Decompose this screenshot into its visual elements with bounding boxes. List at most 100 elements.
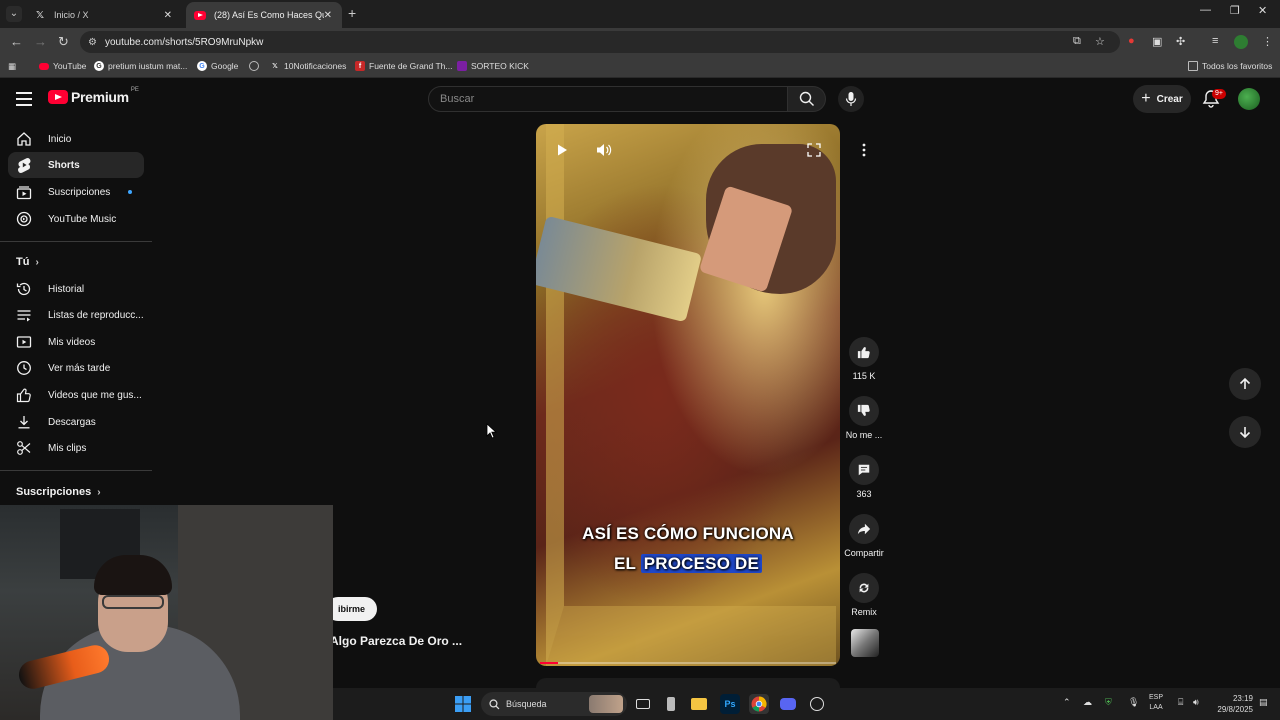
- new-tab-icon[interactable]: +: [348, 5, 356, 21]
- apps-grid-icon[interactable]: ▦: [8, 61, 16, 72]
- previous-short-button[interactable]: [1229, 368, 1261, 400]
- reload-icon[interactable]: ↻: [58, 34, 69, 50]
- screen: ⌄ 𝕏 Inicio / X ✕ (28) Así Es Como Haces …: [0, 0, 1280, 720]
- profile-avatar-icon[interactable]: [1234, 35, 1248, 49]
- close-tab-icon[interactable]: ✕: [164, 10, 172, 21]
- youtube-favicon-icon: [194, 9, 206, 21]
- microphone-tray-icon[interactable]: 🎙︎: [1128, 697, 1139, 708]
- sidebar-item-liked-videos[interactable]: Videos que me gus...: [8, 382, 144, 408]
- cloud-icon[interactable]: ☁: [1083, 697, 1092, 708]
- comments-button[interactable]: 363: [840, 455, 888, 499]
- app-icon[interactable]: [661, 694, 681, 714]
- extension-icon[interactable]: ▣: [1152, 35, 1162, 48]
- remix-button[interactable]: Remix: [840, 573, 888, 617]
- security-icon[interactable]: ⛨: [1105, 697, 1112, 708]
- minimize-icon[interactable]: —: [1200, 4, 1211, 16]
- next-short-preview[interactable]: [536, 678, 840, 688]
- sidebar-item-subscriptions[interactable]: Suscripciones: [8, 179, 144, 205]
- sidebar-item-history[interactable]: Historial: [8, 276, 144, 302]
- chrome-icon[interactable]: [749, 694, 769, 714]
- bookmark-notificaciones[interactable]: 𝕏 10Notificaciones: [270, 61, 346, 71]
- sidebar-item-watch-later[interactable]: Ver más tarde: [8, 355, 144, 381]
- tab-x-home[interactable]: 𝕏 Inicio / X ✕: [26, 2, 182, 28]
- network-icon[interactable]: ⌸: [1178, 697, 1183, 708]
- short-title[interactable]: Algo Parezca De Oro ...: [330, 634, 462, 648]
- subscribe-button[interactable]: ibirme: [326, 597, 378, 621]
- install-app-icon[interactable]: ⧉: [1073, 35, 1081, 48]
- bookmark-youtube[interactable]: YouTube: [39, 61, 86, 71]
- youtube-play-icon: [48, 90, 68, 104]
- voice-search-button[interactable]: [838, 86, 864, 112]
- dislike-button[interactable]: No me ...: [840, 396, 888, 440]
- create-button[interactable]: + Crear: [1133, 85, 1191, 113]
- sidebar-subscriptions-heading[interactable]: Suscripciones ›: [16, 486, 101, 498]
- bookmark-sorteo-kick[interactable]: SORTEO KICK: [457, 61, 529, 71]
- sidebar-item-shorts[interactable]: Shorts: [8, 152, 144, 178]
- clock-icon: [16, 360, 32, 376]
- next-short-button[interactable]: [1229, 416, 1261, 448]
- extensions-puzzle-icon[interactable]: ✣: [1176, 35, 1185, 48]
- search-button[interactable]: [788, 86, 826, 112]
- extension-red-icon[interactable]: ●: [1128, 35, 1135, 47]
- taskbar-search[interactable]: Búsqueda: [481, 692, 627, 716]
- restore-icon[interactable]: ❐: [1230, 4, 1240, 17]
- back-icon[interactable]: ←: [10, 34, 23, 49]
- fullscreen-button[interactable]: [804, 140, 824, 160]
- heading-label: Suscripciones: [16, 486, 92, 498]
- discord-icon[interactable]: [778, 694, 798, 714]
- sidebar-you-heading[interactable]: Tú ›: [16, 256, 39, 268]
- site-info-icon[interactable]: ⚙: [88, 37, 97, 48]
- bookmark-star-icon[interactable]: ☆: [1095, 35, 1105, 48]
- close-window-icon[interactable]: ✕: [1258, 4, 1267, 17]
- more-options-button[interactable]: [850, 136, 878, 164]
- system-clock[interactable]: 23:19 29/8/2025: [1209, 693, 1253, 715]
- notifications-center-icon[interactable]: ▤: [1259, 697, 1268, 708]
- photoshop-icon[interactable]: Ps: [720, 694, 740, 714]
- volume-tray-icon[interactable]: 🔊︎: [1193, 697, 1199, 708]
- sidebar-item-my-videos[interactable]: Mis videos: [8, 329, 144, 355]
- task-view-icon[interactable]: [633, 694, 653, 714]
- sidebar-item-my-clips[interactable]: Mis clips: [8, 435, 144, 461]
- folder-icon: [1188, 61, 1198, 71]
- bookmark-pretium[interactable]: Gpretium iustum mat...: [94, 61, 187, 71]
- sidebar-item-playlists[interactable]: Listas de reproducc...: [8, 302, 144, 328]
- keyboard-language[interactable]: ESP LAA: [1149, 693, 1163, 713]
- tray-expand-icon[interactable]: ⌃: [1063, 697, 1071, 708]
- tab-search-button[interactable]: ⌄: [6, 6, 22, 22]
- tab-youtube-short[interactable]: (28) Así Es Como Haces Que Al... ✕: [186, 2, 342, 28]
- video-progress-fill: [540, 662, 558, 664]
- hamburger-menu-icon[interactable]: [16, 92, 32, 106]
- forward-icon[interactable]: →: [34, 34, 47, 49]
- video-progress-bar[interactable]: [540, 662, 836, 664]
- download-icon: [16, 414, 32, 430]
- search-input[interactable]: Buscar: [428, 86, 788, 112]
- bookmark-google[interactable]: G Google: [197, 61, 238, 71]
- short-video-player[interactable]: ASÍ ES CÓMO FUNCIONA EL PROCESO DE: [536, 124, 840, 666]
- channel-avatar-thumbnail[interactable]: [851, 629, 879, 657]
- address-bar[interactable]: ⚙ youtube.com/shorts/5RO9MruNpkw: [80, 31, 1120, 53]
- all-bookmarks[interactable]: Todos los favoritos: [1188, 61, 1272, 71]
- sidebar-item-home[interactable]: Inicio: [8, 126, 144, 152]
- play-button[interactable]: [552, 140, 572, 160]
- close-tab-icon[interactable]: ✕: [324, 10, 332, 21]
- account-avatar[interactable]: [1238, 88, 1260, 110]
- home-icon: [16, 131, 32, 147]
- sidebar-item-downloads[interactable]: Descargas: [8, 409, 144, 435]
- file-explorer-icon[interactable]: [689, 694, 709, 714]
- youtube-premium-logo[interactable]: Premium PE: [48, 87, 139, 105]
- youtube-header: Premium PE Buscar + Crear 9+: [0, 80, 1280, 120]
- share-button[interactable]: Compartir: [840, 514, 888, 558]
- volume-button[interactable]: [594, 140, 614, 160]
- logo-word: Premium: [71, 89, 129, 105]
- bookmark-globe[interactable]: [249, 61, 263, 71]
- windows-start-icon[interactable]: [453, 694, 473, 714]
- media-controls-icon[interactable]: ≡: [1212, 35, 1218, 47]
- sidebar-item-label: Mis clips: [48, 442, 87, 454]
- notifications-badge: 9+: [1212, 89, 1226, 99]
- like-button[interactable]: 115 K: [840, 337, 888, 381]
- steam-icon[interactable]: [807, 694, 827, 714]
- bookmark-fuente[interactable]: f Fuente de Grand Th...: [355, 61, 452, 71]
- thumbs-down-icon: [857, 404, 870, 416]
- sidebar-item-youtube-music[interactable]: YouTube Music: [8, 206, 144, 232]
- menu-kebab-icon[interactable]: ⋮: [1262, 35, 1273, 48]
